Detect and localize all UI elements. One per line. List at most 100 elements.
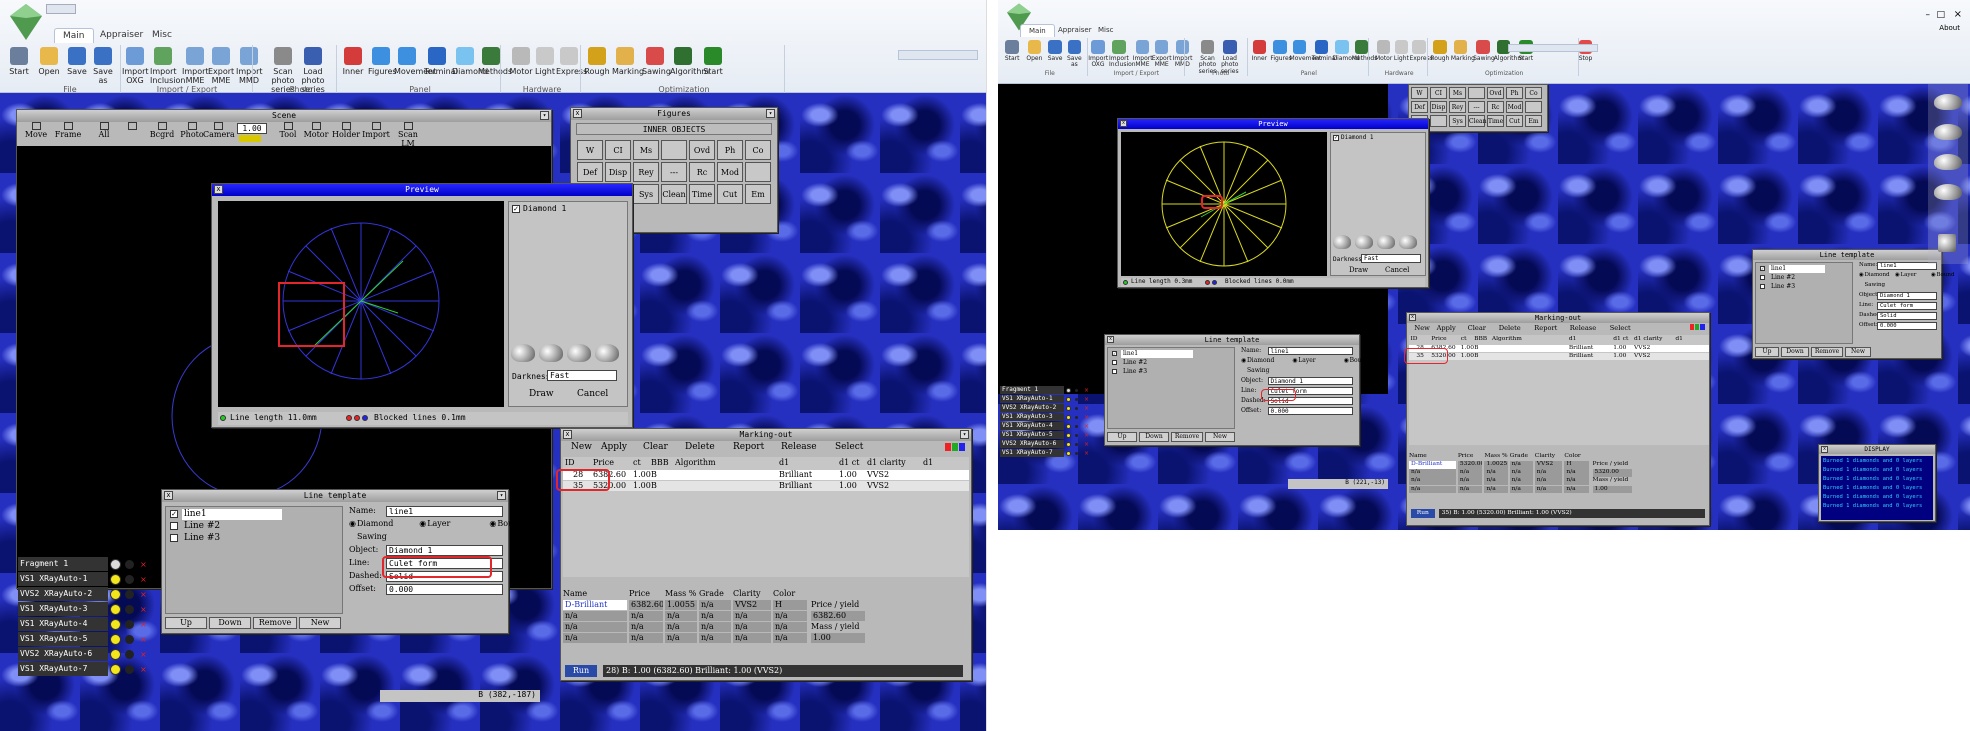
visibility-dot-icon[interactable]	[110, 589, 121, 600]
motor-button[interactable]: Motor	[1374, 40, 1394, 62]
column-header[interactable]: d1 ct	[839, 458, 859, 467]
gem-icon[interactable]	[1934, 184, 1962, 200]
figure-button[interactable]: Clean	[1468, 115, 1487, 127]
column-header[interactable]: d1	[1569, 336, 1577, 342]
figure-button[interactable]: CI	[605, 140, 631, 160]
delete-icon[interactable]: ×	[140, 590, 147, 599]
color-square-icon[interactable]	[1689, 324, 1695, 331]
scene-tool-6[interactable]: Camera	[203, 122, 235, 139]
darkness-select[interactable]: Fast	[547, 370, 617, 381]
figure-button[interactable]: ---	[661, 162, 687, 182]
dropdown-icon[interactable]: ▾	[497, 491, 506, 500]
run-button[interactable]: Run	[1411, 509, 1435, 518]
preview-canvas[interactable]	[1121, 132, 1327, 276]
up-button[interactable]: Up	[165, 617, 207, 629]
column-header[interactable]: d1 ct	[1613, 336, 1628, 342]
delete-icon[interactable]: ×	[140, 620, 147, 629]
movement-button[interactable]: Movement	[1290, 40, 1321, 62]
fragment-row[interactable]: Fragment 1	[18, 557, 108, 571]
gem-shape-icon[interactable]	[1399, 235, 1417, 249]
saveas-button[interactable]: Save as	[90, 47, 116, 85]
import_inclusion-button[interactable]: Import Inclusion	[150, 47, 185, 85]
import_oxg-button[interactable]: Import OXG	[1088, 40, 1108, 69]
column-header[interactable]: d1 clarity	[1634, 336, 1663, 342]
scene-tool-3[interactable]	[117, 122, 147, 130]
delete-icon[interactable]: ×	[1084, 397, 1089, 403]
figure-button[interactable]: Time	[1487, 115, 1504, 127]
radio-opt_diamond[interactable]: ◉	[1859, 272, 1864, 278]
figure-button[interactable]: Co	[745, 140, 771, 160]
gem-shape-icon[interactable]	[539, 344, 563, 362]
draw-button[interactable]: Draw	[1349, 266, 1368, 274]
import_oxg-button[interactable]: Import OXG	[122, 47, 149, 85]
fragment-row[interactable]: VS1 XRayAuto-1	[1000, 395, 1064, 403]
menu-report[interactable]: Report	[733, 442, 764, 452]
dashed-field[interactable]: Solid	[1877, 312, 1937, 320]
fragment-row[interactable]: VS1 XRayAuto-3	[18, 602, 108, 616]
object-checkbox[interactable]: ✓	[512, 205, 520, 213]
up-button[interactable]: Up	[1755, 347, 1779, 357]
figure-button[interactable]: Ms	[1449, 87, 1466, 99]
import_inclusion-button[interactable]: Import Inclusion	[1109, 40, 1136, 69]
figure-button[interactable]: Rc	[1487, 101, 1504, 113]
menu-delete[interactable]: Delete	[1499, 324, 1521, 332]
visibility-dot-icon[interactable]	[110, 559, 121, 570]
menu-delete[interactable]: Delete	[685, 442, 715, 452]
close-icon[interactable]: x	[1409, 314, 1416, 321]
delete-icon[interactable]: ×	[140, 635, 147, 644]
fragment-row[interactable]: VVS2 XRayAuto-2	[18, 587, 108, 601]
visibility-dot-icon[interactable]	[110, 604, 121, 615]
sawing-checkbox[interactable]: Sawing	[1247, 367, 1269, 374]
figure-button[interactable]: Cut	[1506, 115, 1523, 127]
line-checkbox[interactable]	[1112, 360, 1117, 365]
scene-tool-2[interactable]: All	[89, 122, 119, 139]
visibility-dot-icon[interactable]	[1066, 433, 1071, 438]
gem-shape-icon[interactable]	[595, 344, 619, 362]
column-header[interactable]: d1 clarity	[867, 458, 906, 467]
figure-button[interactable]: W	[577, 140, 603, 160]
color-dots-icon[interactable]	[1075, 407, 1078, 410]
diamond-button[interactable]: Diamond	[1332, 40, 1360, 62]
express-button[interactable]: Express	[556, 47, 587, 76]
figure-button[interactable]: Sys	[1449, 115, 1466, 127]
figure-button[interactable]: Rc	[689, 162, 715, 182]
fragment-row[interactable]: VS1 XRayAuto-3	[1000, 413, 1064, 421]
delete-icon[interactable]: ×	[140, 665, 147, 674]
delete-icon[interactable]: ×	[1084, 406, 1089, 412]
delete-icon[interactable]: ×	[140, 560, 147, 569]
fragment-row[interactable]: VS1 XRayAuto-7	[18, 662, 108, 676]
rough-button[interactable]: Rough	[1430, 40, 1450, 62]
darkness-select[interactable]: Fast	[1361, 254, 1421, 263]
menu-release[interactable]: Release	[1570, 324, 1596, 332]
figure-button[interactable]: Em	[745, 184, 771, 204]
visibility-dot-icon[interactable]	[110, 649, 121, 660]
fragment-row[interactable]: VS1 XRayAuto-5	[1000, 431, 1064, 439]
scene-tool-4[interactable]: Bcgrd	[147, 122, 177, 139]
rough-button[interactable]: Rough	[584, 47, 610, 76]
name-field[interactable]: line1	[1267, 347, 1353, 355]
saveas-button[interactable]: Save as	[1065, 40, 1085, 69]
visibility-dot-icon[interactable]	[110, 574, 121, 585]
new-button[interactable]: New	[1845, 347, 1871, 357]
figure-button[interactable]	[1525, 101, 1542, 113]
figure-button[interactable]: ---	[1468, 101, 1485, 113]
delete-icon[interactable]: ×	[1084, 388, 1089, 394]
figure-button[interactable]: Ph	[1506, 87, 1523, 99]
column-header[interactable]: BBB	[651, 458, 669, 467]
tab-main[interactable]: Main	[54, 28, 94, 43]
offset-field[interactable]: 0.000	[386, 584, 503, 595]
figure-button[interactable]: Rey	[1449, 101, 1466, 113]
down-button[interactable]: Down	[1139, 432, 1169, 442]
figure-button[interactable]: Clean	[661, 184, 687, 204]
about-link[interactable]: About	[1939, 24, 1960, 32]
figure-button[interactable]: Rey	[633, 162, 659, 182]
line-checkbox[interactable]	[1760, 284, 1765, 289]
figure-button[interactable]: Def	[577, 162, 603, 182]
delete-icon[interactable]: ×	[1084, 451, 1089, 457]
radio-opt_diamond[interactable]: ◉	[1241, 357, 1246, 364]
menu-apply[interactable]: Apply	[601, 442, 627, 452]
start-button[interactable]: Start	[1002, 40, 1022, 62]
radio-opt_diamond[interactable]: ◉	[349, 519, 356, 528]
scene-tool-11[interactable]: Import	[361, 122, 391, 139]
visibility-dot-icon[interactable]	[1066, 388, 1071, 393]
